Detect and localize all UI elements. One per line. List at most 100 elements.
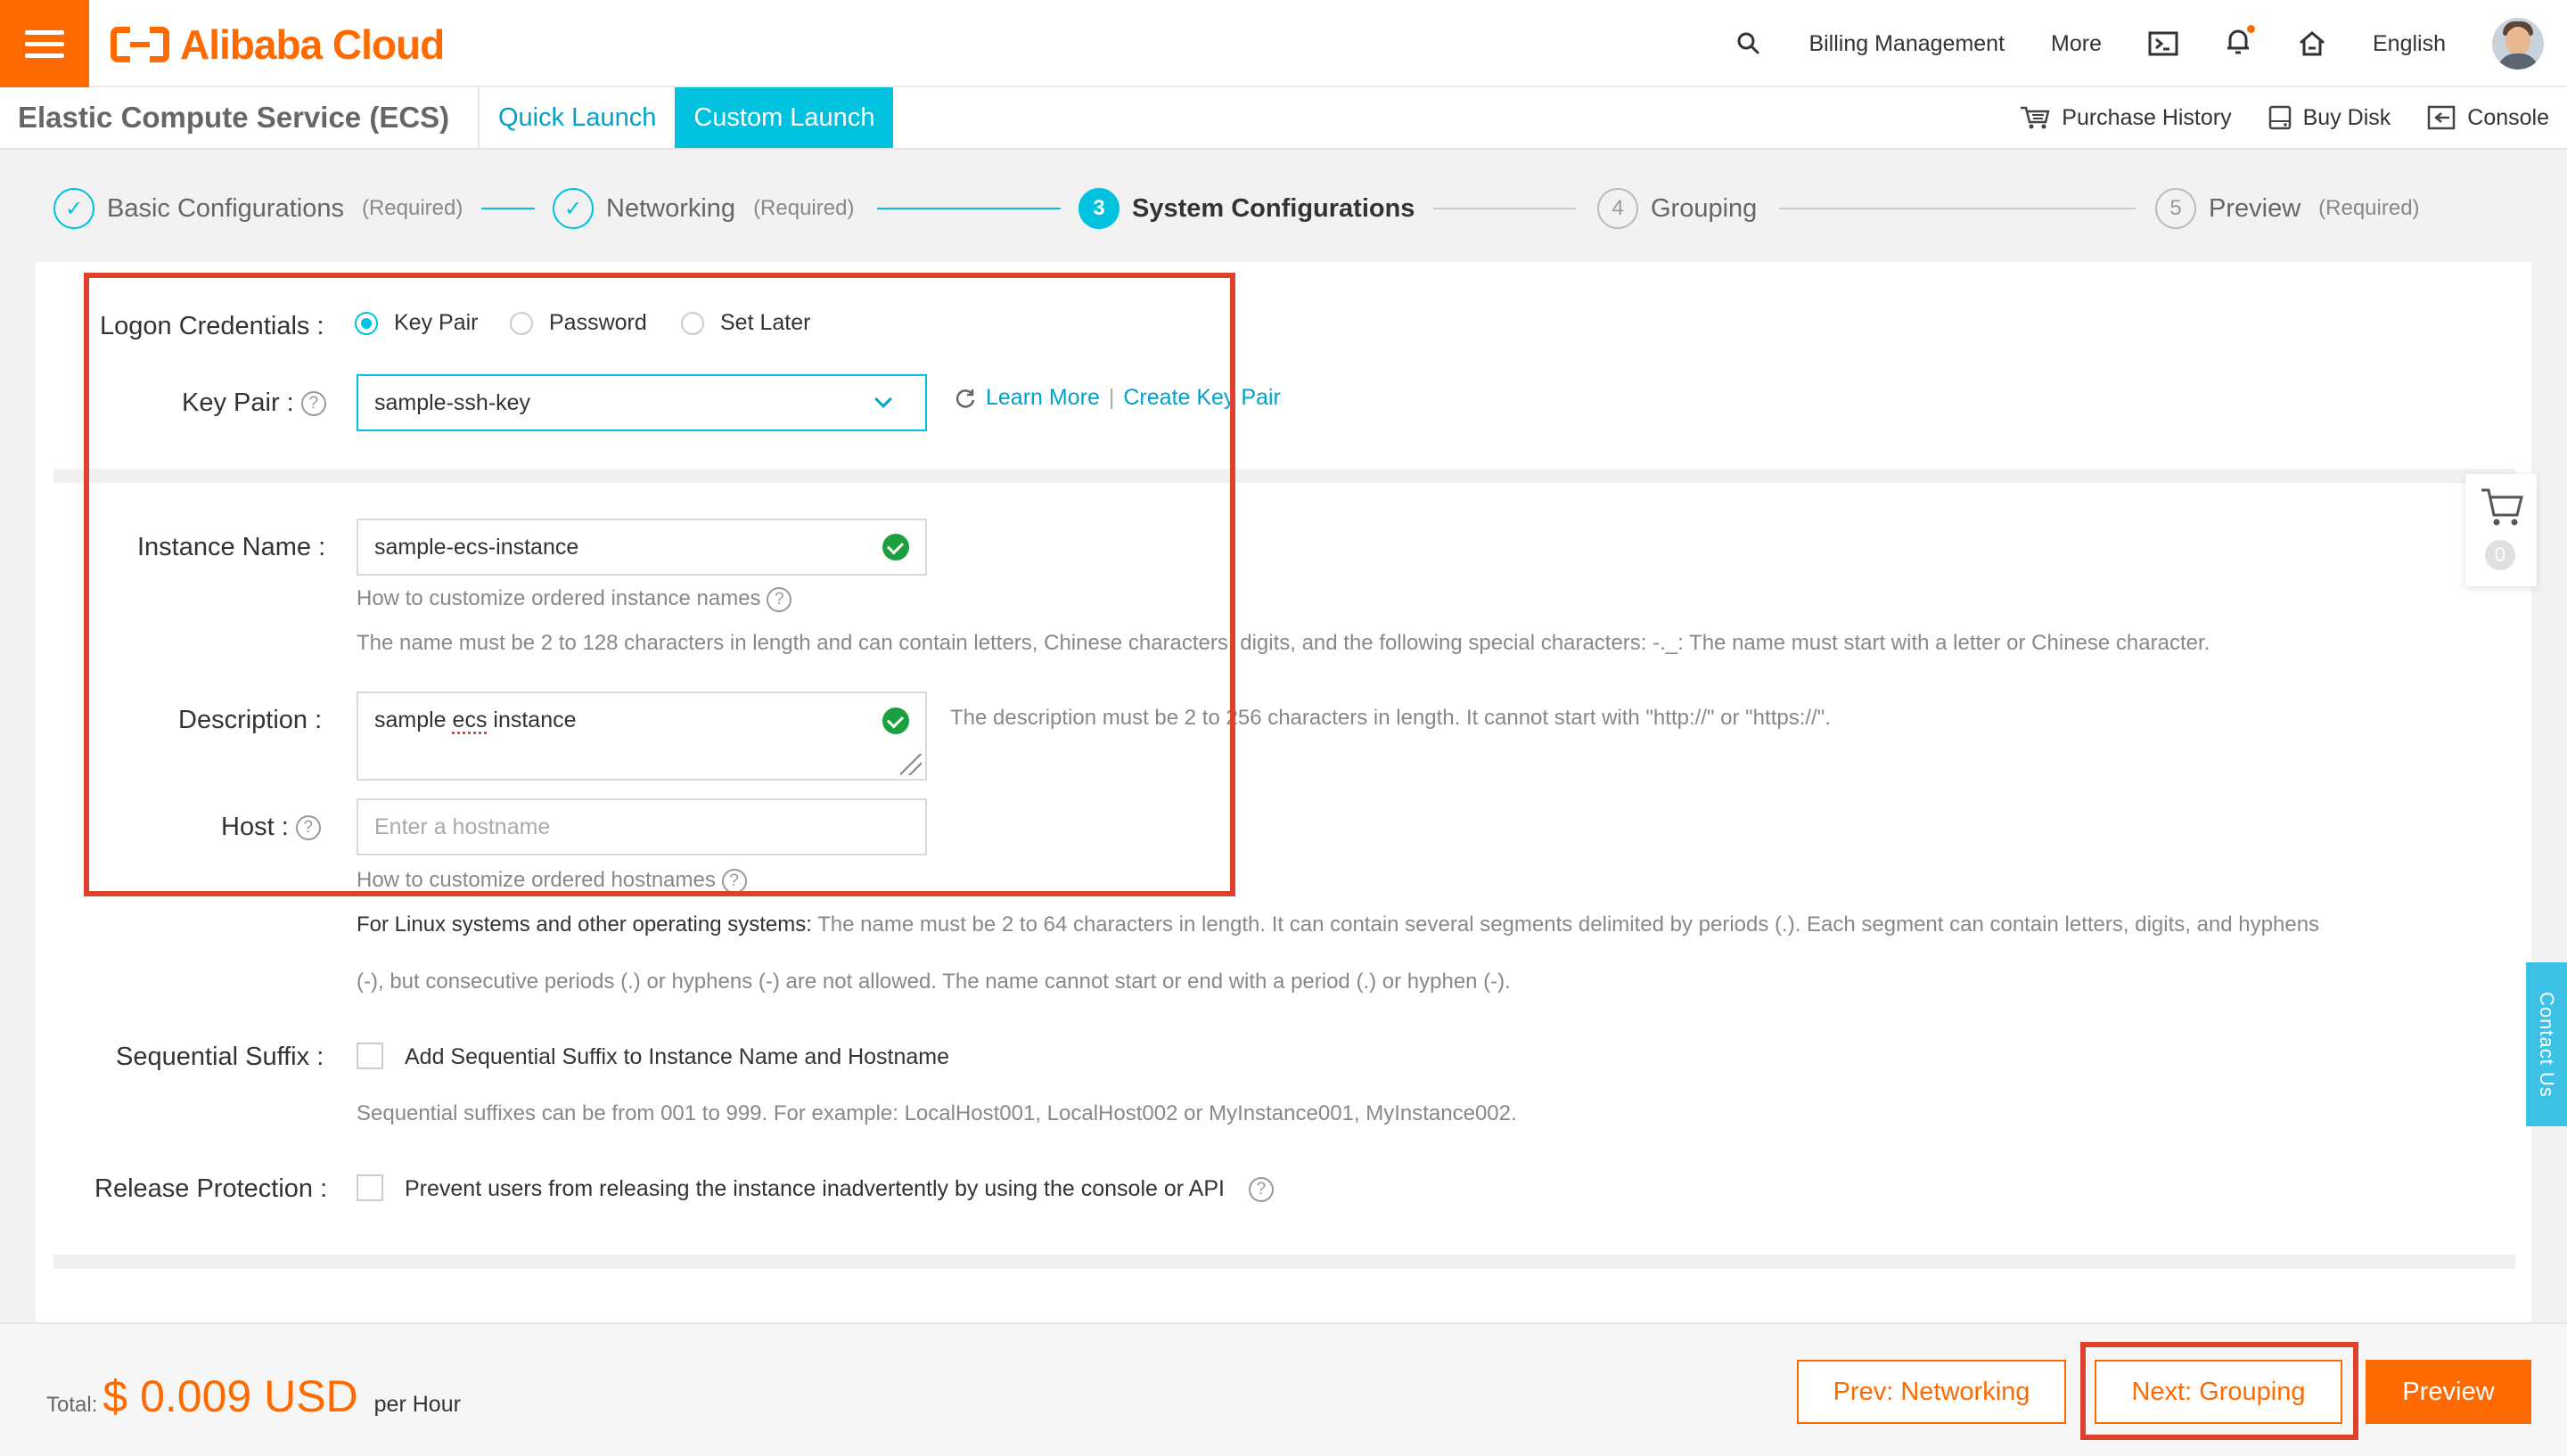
price-value: $ 0.009 USD [103,1371,358,1421]
description-rule: The description must be 2 to 256 charact… [950,706,1831,730]
radio-unselected-icon [510,311,533,335]
total-price: Total: $ 0.009 USD per Hour [46,1370,461,1422]
description-textarea[interactable]: sample ecs instance [357,691,927,781]
instance-name-label: Instance Name : [137,533,326,561]
purchase-history-link[interactable]: Purchase History [2001,104,2249,131]
step-basic-configurations[interactable]: ✓ Basic Configurations (Required) [53,178,463,239]
section-divider [53,469,2515,483]
radio-label: Key Pair [394,310,479,335]
link-separator: | [1108,385,1115,410]
step-grouping[interactable]: 4 Grouping [1597,178,1757,239]
sequential-suffix-hint: Sequential suffixes can be from 001 to 9… [357,1101,1517,1125]
purchase-history-label: Purchase History [2062,104,2232,130]
preview-button[interactable]: Preview [2366,1360,2531,1424]
console-label: Console [2467,104,2549,130]
top-header: Alibaba Cloud Billing Management More En… [0,0,2567,87]
shopping-cart-widget[interactable]: 0 [2465,474,2537,586]
step-required-note: (Required) [753,196,855,220]
learn-more-link[interactable]: Learn More [986,385,1100,411]
console-icon [2428,105,2456,130]
wizard-stepper: ✓ Basic Configurations (Required) ✓ Netw… [0,178,2567,239]
home-icon[interactable] [2275,0,2350,87]
host-placeholder: Enter a hostname [374,814,551,839]
billing-management-link[interactable]: Billing Management [1785,0,2028,87]
step-preview[interactable]: 5 Preview (Required) [2155,178,2420,239]
host-rule-line1: For Linux systems and other operating sy… [357,912,2320,937]
key-pair-label: Key Pair : ? [182,389,326,418]
check-icon: ✓ [553,188,594,229]
instance-name-rule: The name must be 2 to 128 characters in … [357,631,2210,655]
hamburger-menu-icon[interactable] [0,0,89,87]
console-link[interactable]: Console [2408,104,2567,131]
step-connector [1433,208,1576,209]
search-icon[interactable] [1712,0,1785,87]
step-number: 5 [2155,188,2196,229]
brand-name: Alibaba Cloud [180,21,445,68]
tab-custom-launch[interactable]: Custom Launch [675,87,894,148]
help-icon[interactable]: ? [300,391,326,417]
instance-name-input[interactable]: sample-ecs-instance [357,519,927,576]
prev-networking-button[interactable]: Prev: Networking [1797,1360,2066,1424]
release-protection-label: Release Protection : [94,1174,328,1203]
resize-handle-icon[interactable] [900,754,922,775]
user-avatar[interactable] [2492,18,2544,70]
more-menu[interactable]: More [2028,0,2125,87]
step-label: Networking [606,193,736,223]
radio-label: Set Later [720,310,811,335]
step-label: Basic Configurations [107,193,344,223]
terminal-icon[interactable] [2125,0,2202,87]
sequential-suffix-checkbox[interactable] [357,1043,383,1069]
radio-key-pair[interactable]: Key Pair [355,310,478,336]
chevron-down-icon [874,390,892,408]
help-icon[interactable]: ? [767,586,792,612]
language-selector[interactable]: English [2350,0,2469,87]
step-networking[interactable]: ✓ Networking (Required) [553,178,854,239]
step-label: System Configurations [1132,193,1415,223]
step-label: Preview [2209,193,2301,223]
cart-list-icon [2021,106,2050,129]
help-icon[interactable]: ? [295,815,321,841]
check-circle-icon [882,534,909,560]
launch-tabs: Quick Launch Custom Launch [478,87,894,148]
alibaba-logo-icon [111,27,169,62]
radio-set-later[interactable]: Set Later [681,310,810,336]
tab-quick-launch[interactable]: Quick Launch [480,87,675,148]
release-protection-checkbox[interactable] [357,1174,383,1201]
step-number: 4 [1597,188,1638,229]
section-divider [53,1255,2515,1269]
host-label: Host : ? [221,813,321,842]
product-subheader: Elastic Compute Service (ECS) Quick Laun… [0,87,2567,150]
contact-us-tab[interactable]: Contact Us [2526,962,2567,1126]
description-label: Description : [178,706,323,734]
buy-disk-label: Buy Disk [2302,104,2391,130]
radio-unselected-icon [681,311,704,335]
bell-icon[interactable] [2202,0,2275,87]
buy-disk-link[interactable]: Buy Disk [2250,104,2409,131]
host-input[interactable]: Enter a hostname [357,798,927,855]
help-icon[interactable]: ? [1248,1177,1274,1203]
disk-icon [2268,105,2291,130]
sequential-suffix-label: Sequential Suffix : [116,1043,324,1071]
step-connector [481,208,535,209]
misspelled-word: ecs [452,708,488,732]
instance-name-help[interactable]: How to customize ordered instance names … [357,586,792,612]
release-protection-checkbox-label[interactable]: Prevent users from releasing the instanc… [405,1176,1225,1201]
price-footer: Total: $ 0.009 USD per Hour Prev: Networ… [0,1322,2567,1456]
check-circle-icon [882,708,909,734]
step-number: 3 [1078,188,1119,229]
logon-credentials-label: Logon Credentials : [100,312,324,340]
host-help[interactable]: How to customize ordered hostnames ? [357,868,747,894]
create-key-pair-link[interactable]: Create Key Pair [1123,385,1280,411]
sequential-suffix-checkbox-label[interactable]: Add Sequential Suffix to Instance Name a… [405,1044,949,1070]
next-grouping-button[interactable]: Next: Grouping [2095,1360,2342,1424]
shopping-cart-icon [2481,488,2523,526]
radio-password[interactable]: Password [510,310,647,336]
alibaba-cloud-logo[interactable]: Alibaba Cloud [111,20,445,70]
step-system-configurations: 3 System Configurations [1078,178,1415,239]
key-pair-select[interactable]: sample-ssh-key [357,374,927,431]
total-label: Total: [46,1393,98,1417]
help-icon[interactable]: ? [721,868,747,894]
description-value: sample ecs instance [374,708,577,732]
refresh-icon[interactable] [954,387,977,410]
key-pair-value: sample-ssh-key [374,389,531,415]
